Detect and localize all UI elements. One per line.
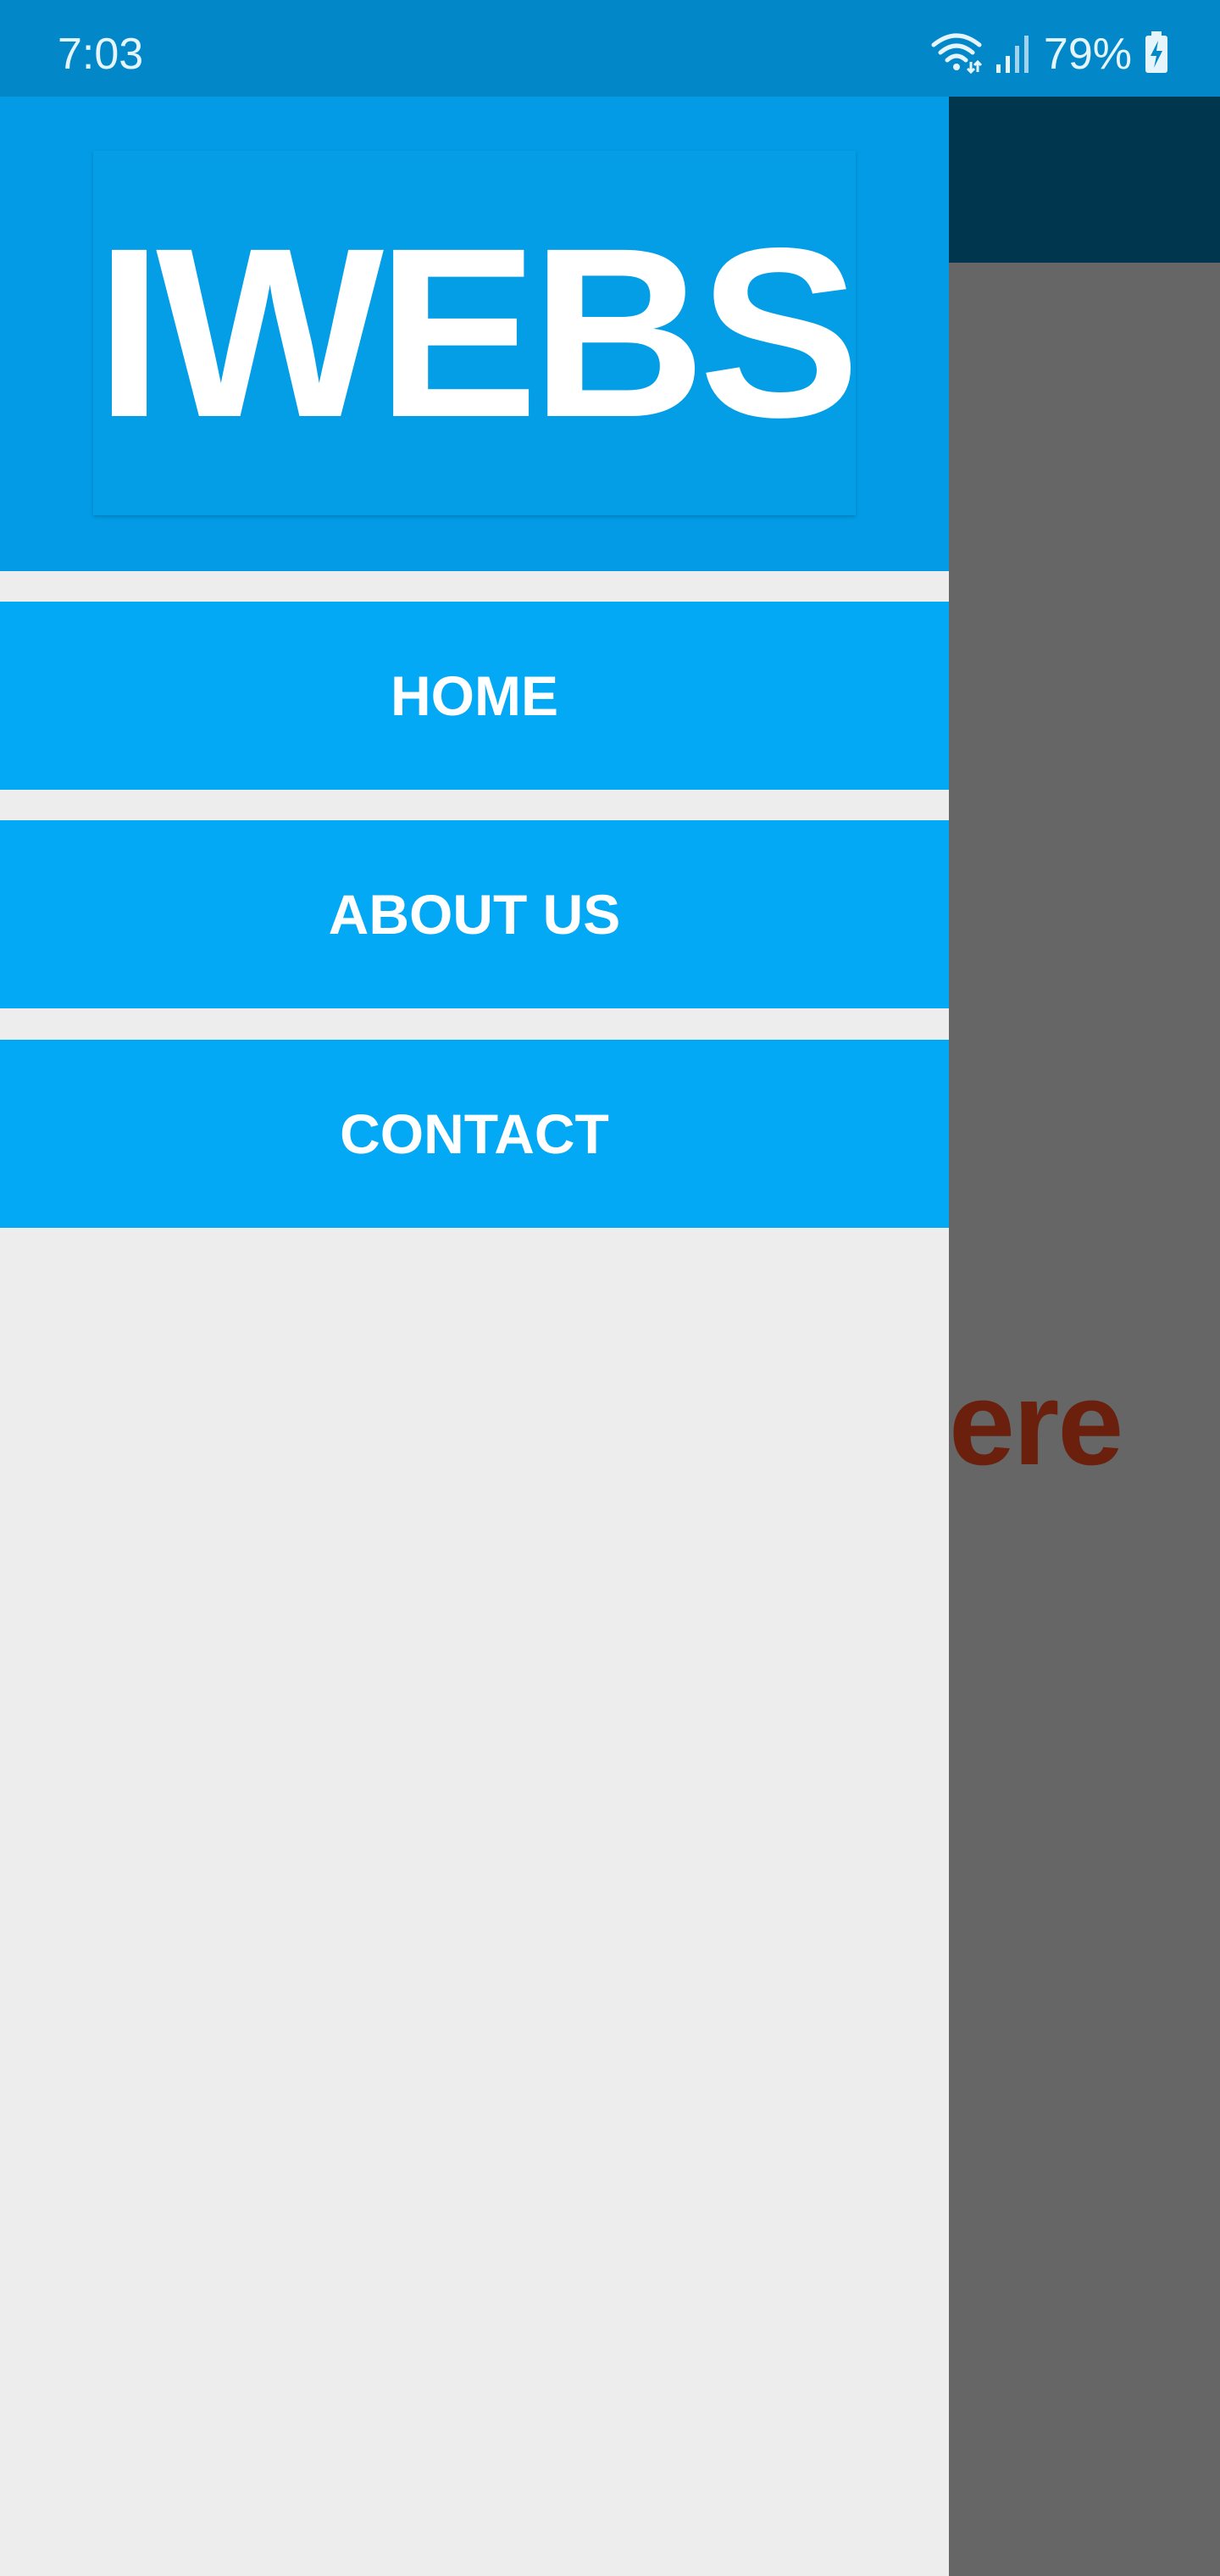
menu-item-home-label: HOME [391, 664, 558, 727]
menu-item-contact[interactable]: CONTACT [0, 1040, 949, 1228]
logo-text: IWEBS [95, 198, 860, 468]
menu-item-home[interactable]: HOME [0, 602, 949, 790]
wifi-icon [930, 31, 983, 78]
battery-charging-icon [1144, 31, 1169, 78]
screen: ere 7:03 79% IWEBS HOME ABOUT US CONTACT [0, 0, 1220, 2576]
background-content-text: ere [949, 1357, 1123, 1490]
signal-icon [995, 32, 1032, 77]
drawer-header: IWEBS [0, 97, 949, 571]
menu-item-about-us[interactable]: ABOUT US [0, 820, 949, 1008]
status-icons: 79% [930, 29, 1169, 80]
status-time: 7:03 [58, 30, 144, 79]
menu-item-about-us-label: ABOUT US [328, 883, 621, 946]
battery-percentage: 79% [1043, 30, 1132, 79]
status-bar: 7:03 79% [0, 0, 1220, 97]
app-logo: IWEBS [93, 151, 860, 515]
navigation-drawer: IWEBS HOME ABOUT US CONTACT [0, 97, 949, 2576]
menu-item-contact-label: CONTACT [340, 1102, 609, 1165]
